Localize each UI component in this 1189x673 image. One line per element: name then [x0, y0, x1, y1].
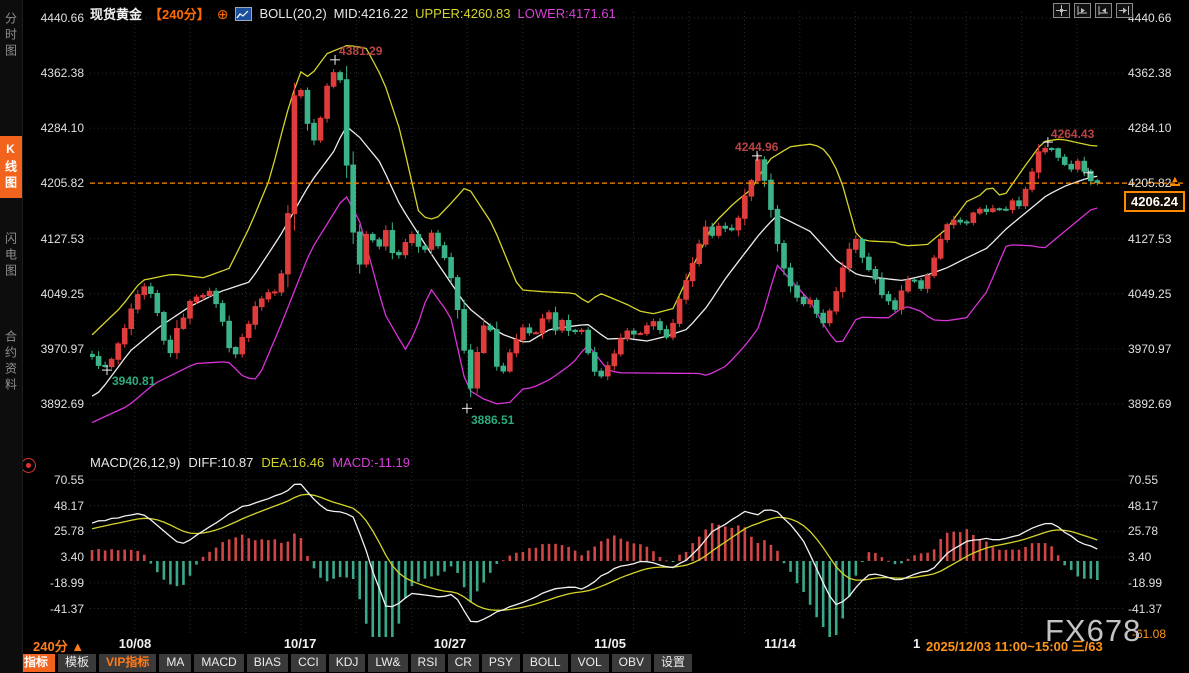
axis-tick-label: 4362.38 — [26, 66, 84, 80]
axis-tick-label: -18.99 — [1128, 576, 1186, 590]
axis-tick-label: -18.99 — [26, 576, 84, 590]
toolbar-item-15[interactable]: 设置 — [654, 654, 692, 672]
axis-tick-label: 4284.10 — [26, 121, 84, 135]
sidebar-item-1[interactable]: K线图 — [0, 136, 22, 198]
axis-tick-label: 4049.25 — [1128, 287, 1186, 301]
axis-tick-label: 3.40 — [26, 550, 84, 564]
axis-tick-label: 25.78 — [26, 524, 84, 538]
axis-tick-label: 70.55 — [26, 473, 84, 487]
axis-tick-label: 3.40 — [1128, 550, 1186, 564]
axis-tick-label: 25.78 — [1128, 524, 1186, 538]
boll-lower-value: LOWER:4171.61 — [518, 6, 616, 21]
axis-tick-label: 4127.53 — [1128, 232, 1186, 246]
time-axis: 240分 ▲ 10/0810/1710/2711/0511/14 1 2025/… — [0, 634, 1189, 653]
sidebar-item-2[interactable]: 闪电图 — [0, 226, 22, 286]
pane-shift-left-icon[interactable] — [1074, 3, 1091, 18]
chart-type-icon[interactable] — [235, 7, 252, 21]
toolbar-item-9[interactable]: RSI — [411, 654, 445, 672]
boll-indicator-label: BOLL(20,2) — [259, 6, 326, 21]
toolbar-item-12[interactable]: BOLL — [523, 654, 568, 672]
crosshair-marker-icon[interactable] — [21, 458, 36, 473]
high-price-annotation: 4244.96 — [735, 140, 778, 154]
axis-tick-label: 3970.97 — [26, 342, 84, 356]
toolbar-item-5[interactable]: BIAS — [247, 654, 288, 672]
date-tick-label: 10/17 — [270, 636, 330, 651]
date-tick-label: 11/05 — [580, 636, 640, 651]
crosshair-icon[interactable] — [1053, 3, 1070, 18]
toolbar-item-10[interactable]: CR — [448, 654, 479, 672]
left-sidebar: 分时图 K线图闪电图合约资料 — [0, 0, 23, 673]
toolbar-item-11[interactable]: PSY — [482, 654, 520, 672]
macd-header: MACD(26,12,9) DIFF:10.87 DEA:16.46 MACD:… — [90, 455, 410, 470]
axis-tick-label: 3892.69 — [26, 397, 84, 411]
axis-tick-label: 48.17 — [1128, 499, 1186, 513]
axis-tick-label: 4440.66 — [26, 11, 84, 25]
axis-tick-label: -41.37 — [26, 602, 84, 616]
indicator-toolbar: 指标模板VIP指标MAMACDBIASCCIKDJLW&RSICRPSYBOLL… — [17, 654, 692, 672]
date-tick-label: 10/27 — [420, 636, 480, 651]
add-indicator-icon[interactable]: ⊕ — [217, 8, 229, 20]
macd-macd-value: MACD:-11.19 — [332, 455, 410, 470]
axis-tick-label: 4284.10 — [1128, 121, 1186, 135]
low-price-annotation: 3886.51 — [471, 413, 514, 427]
pane-shift-right-icon[interactable] — [1095, 3, 1112, 18]
last-price-tag: 4206.24 — [1124, 191, 1185, 212]
axis-tick-label: 4127.53 — [26, 232, 84, 246]
axis-tick-label: 4205.82 — [26, 176, 84, 190]
chart-header: 现货黄金 【240分】 ⊕ BOLL(20,2) MID:4216.22 UPP… — [90, 4, 616, 23]
toolbar-item-3[interactable]: MA — [159, 654, 191, 672]
partial-date-label: 1 — [913, 636, 920, 651]
toolbar-item-4[interactable]: MACD — [194, 654, 243, 672]
high-price-annotation: 4264.43 — [1051, 127, 1094, 141]
date-tick-label: 11/14 — [750, 636, 810, 651]
toolbar-item-7[interactable]: KDJ — [329, 654, 366, 672]
axis-tick-label: 3892.69 — [1128, 397, 1186, 411]
axis-tick-label: 48.17 — [26, 499, 84, 513]
axis-tick-label: 4362.38 — [1128, 66, 1186, 80]
axis-tick-label: 70.55 — [1128, 473, 1186, 487]
sidebar-item-3[interactable]: 合约资料 — [0, 324, 22, 400]
toolbar-item-8[interactable]: LW& — [368, 654, 407, 672]
symbol-name: 现货黄金 — [90, 4, 142, 23]
kline-chart-canvas[interactable] — [0, 0, 1189, 673]
boll-upper-value: UPPER:4260.83 — [415, 6, 510, 21]
sidebar-item-0[interactable]: 分时图 — [0, 6, 22, 66]
period-label: 【240分】 — [149, 4, 210, 23]
date-tick-label: 10/08 — [105, 636, 165, 651]
axis-tick-label: 4049.25 — [26, 287, 84, 301]
toolbar-item-6[interactable]: CCI — [291, 654, 326, 672]
axis-tick-label: 4440.66 — [1128, 11, 1186, 25]
high-price-annotation: 4381.29 — [339, 44, 382, 58]
axis-tick-label: 3970.97 — [1128, 342, 1186, 356]
macd-dea-value: DEA:16.46 — [261, 455, 324, 470]
price-alert-arrow-icon[interactable]: ▲ — [1168, 176, 1182, 186]
chart-toolbox — [1053, 3, 1133, 18]
toolbar-item-14[interactable]: OBV — [612, 654, 651, 672]
macd-diff-value: DIFF:10.87 — [188, 455, 253, 470]
toolbar-item-13[interactable]: VOL — [571, 654, 609, 672]
trading-terminal: 分时图 K线图闪电图合约资料 现货黄金 【240分】 ⊕ BOLL(20,2) M… — [0, 0, 1189, 673]
low-price-annotation: 3940.81 — [112, 374, 155, 388]
macd-indicator-label: MACD(26,12,9) — [90, 455, 180, 470]
boll-mid-value: MID:4216.22 — [334, 6, 408, 21]
timeframe-selector[interactable]: 240分 ▲ — [33, 636, 84, 655]
toolbar-item-1[interactable]: 模板 — [58, 654, 96, 672]
toolbar-item-2[interactable]: VIP指标 — [99, 654, 156, 672]
pane-expand-icon[interactable] — [1116, 3, 1133, 18]
fx678-watermark: FX678 — [1045, 613, 1141, 649]
